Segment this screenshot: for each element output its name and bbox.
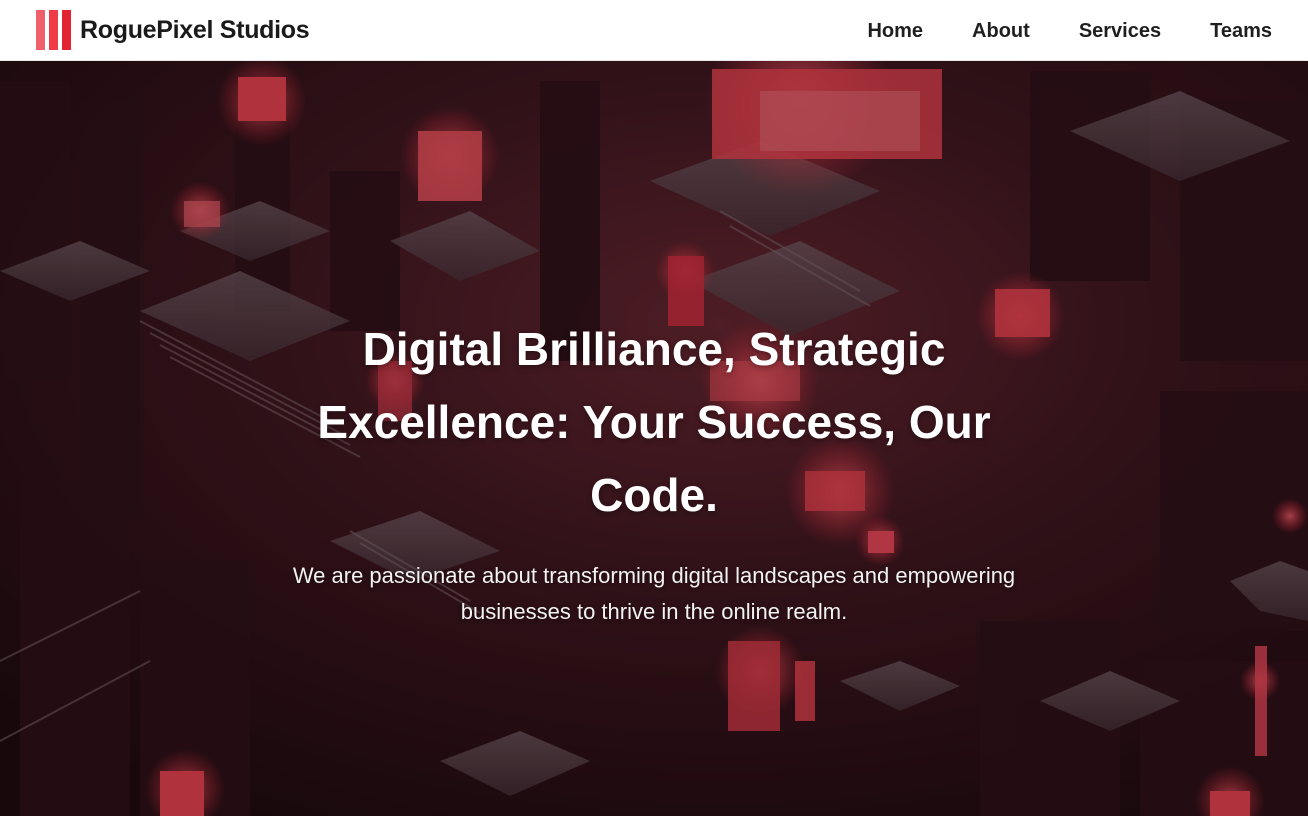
navbar: RoguePixel Studios Home About Services T… [0, 0, 1308, 61]
nav-links: Home About Services Teams [818, 18, 1272, 44]
nav-link-services[interactable]: Services [1079, 18, 1161, 44]
nav-link-teams[interactable]: Teams [1210, 18, 1272, 44]
hero-subtitle: We are passionate about transforming dig… [292, 563, 1016, 624]
brand[interactable]: RoguePixel Studios [36, 10, 310, 50]
hero-title: Digital Brilliance, Strategic Excellence… [317, 323, 991, 521]
nav-link-home[interactable]: Home [867, 18, 923, 44]
red-bars-logo-icon [36, 10, 72, 50]
brand-name: RoguePixel Studios [80, 16, 310, 44]
hero-content: Digital Brilliance, Strategic Excellence… [0, 61, 1308, 816]
nav-link-about[interactable]: About [972, 18, 1030, 44]
hero-section: Digital Brilliance, Strategic Excellence… [0, 61, 1308, 816]
